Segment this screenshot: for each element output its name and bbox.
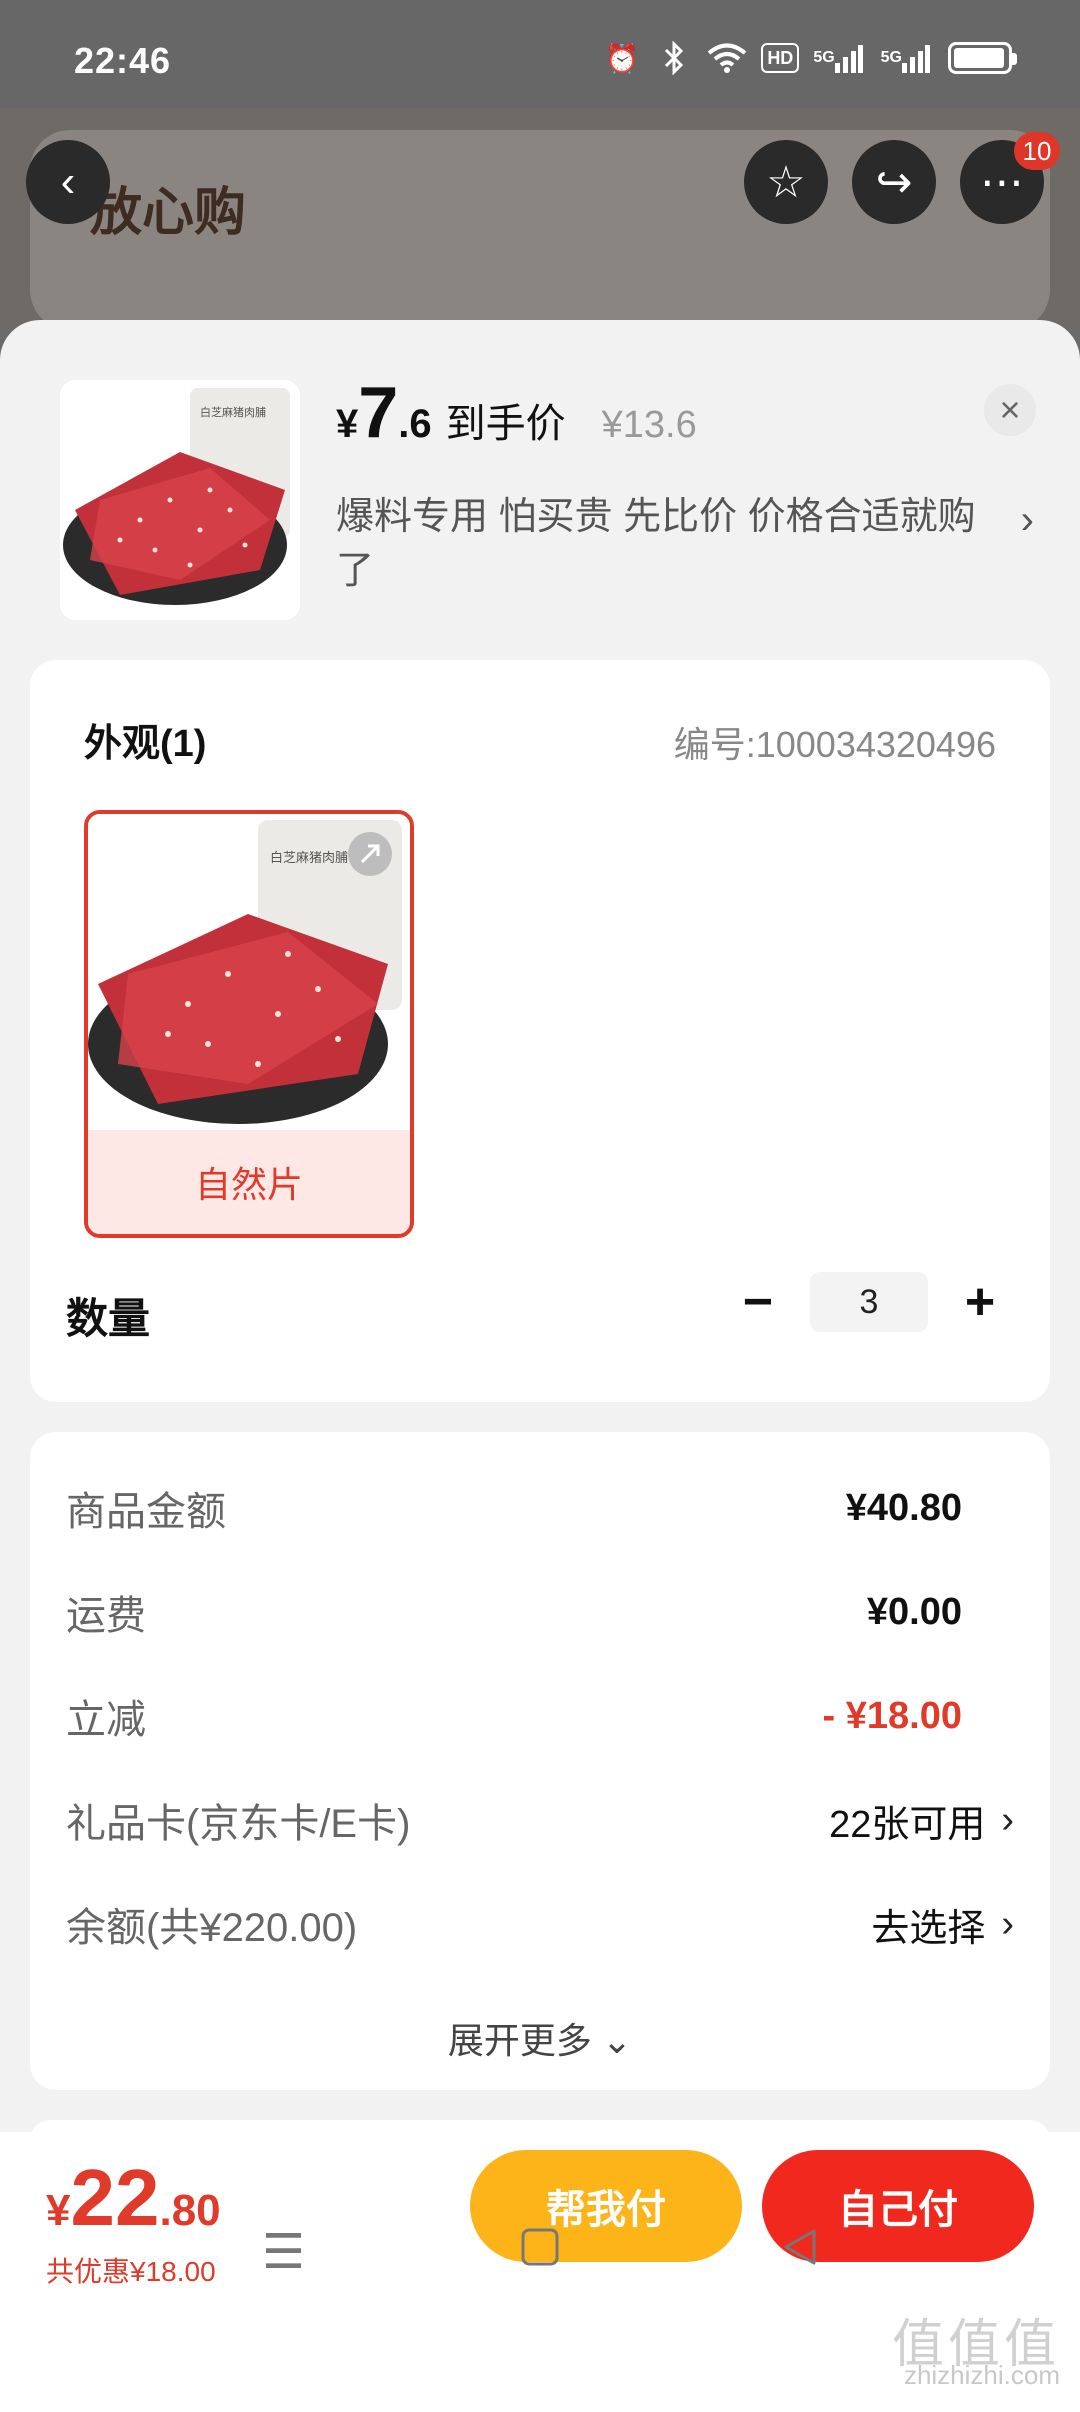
discount-label: 立减 xyxy=(66,1698,146,1742)
background-title: 放心购 xyxy=(90,184,247,242)
chevron-right-icon: › xyxy=(1001,1798,1014,1841)
sku-number: 编号:100034320496 xyxy=(673,724,996,765)
price-integer: 7 xyxy=(358,373,399,453)
price-yen: ¥ xyxy=(336,402,359,446)
price-line: ¥ 7 .6 到手价 ¥13.6 xyxy=(336,372,697,454)
close-button[interactable]: × xyxy=(984,384,1036,436)
appearance-title: 外观(1) xyxy=(84,723,207,765)
giftcard-label: 礼品卡(京东卡/E卡) xyxy=(66,1802,411,1846)
svg-text:白芝麻猪肉脯: 白芝麻猪肉脯 xyxy=(270,850,348,866)
sku-card: 外观(1) 编号:100034320496 白芝麻猪肉脯 自然片 数量 − 3 … xyxy=(30,660,1050,1402)
product-description[interactable]: 爆料专用 怕买贵 先比价 价格合适就购了 xyxy=(336,490,976,598)
signal-5g-icon: 5G xyxy=(813,40,866,76)
back-button[interactable]: ‹ xyxy=(26,140,110,224)
cost-row-giftcard[interactable]: 礼品卡(京东卡/E卡) 22张可用 › xyxy=(66,1790,1014,1850)
svg-text:白芝麻猪肉脯: 白芝麻猪肉脯 xyxy=(200,405,266,419)
status-time: 22:46 xyxy=(74,40,172,81)
subtotal-value: ¥40.80 xyxy=(845,1486,962,1529)
alarm-icon: ⏰ xyxy=(604,42,640,74)
shipping-label: 运费 xyxy=(66,1594,146,1638)
status-icons: ⏰ HD 5G 5G xyxy=(603,40,1017,76)
status-bar: 22:46 ⏰ HD 5G 5G xyxy=(0,0,1080,108)
option-image: 白芝麻猪肉脯 xyxy=(88,814,410,1130)
chevron-right-icon: › xyxy=(1001,1902,1014,1945)
purchase-sheet: 白芝麻猪肉脯 ¥ 7 .6 到手价 ¥13.6 × 爆料专用 怕买贵 先比价 价… xyxy=(0,320,1080,2412)
watermark-logo: 值值值 xyxy=(891,2316,1060,2374)
system-navbar: ☰ xyxy=(0,2196,1080,2316)
menu-icon[interactable]: ☰ xyxy=(262,2224,305,2280)
chevron-right-icon[interactable]: › xyxy=(1021,498,1034,543)
cost-row-discount: 立减 - ¥18.00 xyxy=(66,1686,1014,1746)
share-button[interactable]: ↪ xyxy=(852,140,936,224)
favorite-button[interactable]: ☆ xyxy=(744,140,828,224)
product-thumbnail: 白芝麻猪肉脯 xyxy=(60,380,300,620)
price-decimal: .6 xyxy=(398,402,432,446)
signal-5g-icon: 5G xyxy=(881,40,934,76)
quantity-stepper: − 3 + xyxy=(728,1272,1010,1332)
cost-row-balance[interactable]: 余额(共¥220.00) 去选择 › xyxy=(66,1894,1014,1954)
cost-row-shipping: 运费 ¥0.00 xyxy=(66,1582,1014,1642)
chevron-left-icon: ‹ xyxy=(60,157,76,206)
more-icon: ⋯ xyxy=(980,157,1024,207)
balance-value: 去选择 xyxy=(871,1907,986,1950)
price-tag: 到手价 xyxy=(445,402,566,446)
original-price: ¥13.6 xyxy=(601,404,697,446)
increment-button[interactable]: + xyxy=(950,1272,1010,1332)
cost-row-subtotal: 商品金额 ¥40.80 xyxy=(66,1478,1014,1538)
battery-icon xyxy=(948,42,1017,74)
option-label: 自然片 xyxy=(88,1130,410,1234)
hd-icon: HD xyxy=(761,43,800,73)
net-label-1: 5G xyxy=(813,49,835,66)
more-button[interactable]: ⋯ 10 xyxy=(960,132,1060,224)
balance-label: 余额(共¥220.00) xyxy=(66,1906,358,1950)
share-icon: ↪ xyxy=(875,157,913,207)
watermark: 值值值 zhizhizhi.com xyxy=(891,2316,1060,2390)
expand-more-button[interactable]: 展开更多 ⌄ xyxy=(30,2012,1050,2064)
more-badge: 10 xyxy=(1014,132,1060,170)
quantity-label: 数量 xyxy=(66,1295,151,1342)
balance-value-wrap[interactable]: 去选择 › xyxy=(871,1897,1014,1952)
wifi-icon xyxy=(707,40,747,76)
quantity-input[interactable]: 3 xyxy=(810,1272,928,1332)
subtotal-label: 商品金额 xyxy=(66,1490,226,1534)
giftcard-value-wrap[interactable]: 22张可用 › xyxy=(829,1793,1014,1848)
giftcard-value: 22张可用 xyxy=(829,1803,986,1846)
home-icon[interactable] xyxy=(520,2224,560,2279)
decrement-button[interactable]: − xyxy=(728,1272,788,1332)
discount-value: - ¥18.00 xyxy=(822,1694,962,1737)
cost-card: 商品金额 ¥40.80 运费 ¥0.00 立减 - ¥18.00 礼品卡(京东卡… xyxy=(30,1432,1050,2090)
shipping-value: ¥0.00 xyxy=(866,1590,962,1633)
close-icon: × xyxy=(999,389,1021,430)
watermark-url: zhizhizhi.com xyxy=(903,2360,1060,2390)
bluetooth-icon xyxy=(655,40,693,76)
sku-option-selected[interactable]: 白芝麻猪肉脯 自然片 xyxy=(84,810,414,1238)
sheet-header: 白芝麻猪肉脯 ¥ 7 .6 到手价 ¥13.6 × 爆料专用 怕买贵 先比价 价… xyxy=(0,320,1080,660)
net-label-2: 5G xyxy=(880,49,902,66)
back-nav-icon[interactable] xyxy=(780,2224,820,2279)
star-icon: ☆ xyxy=(766,157,806,207)
